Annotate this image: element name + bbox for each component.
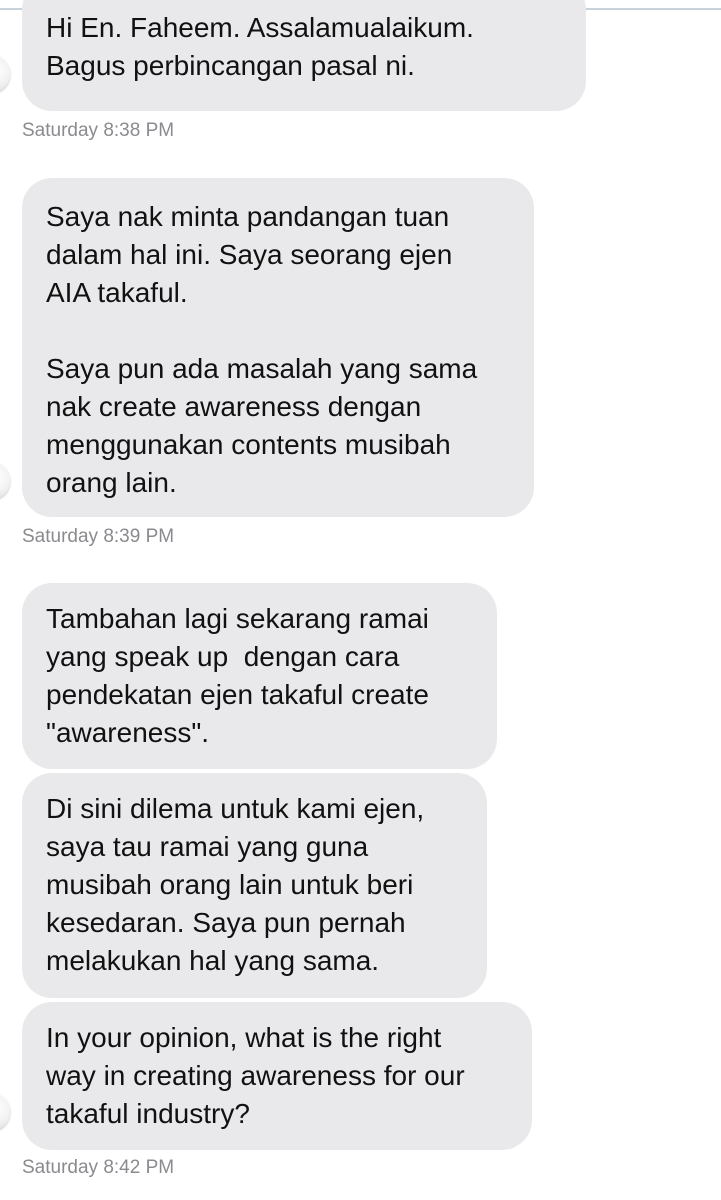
message-bubble[interactable]: Saya nak minta pandangan tuan dalam hal … <box>22 178 534 517</box>
message-timestamp: Saturday 8:39 PM <box>22 526 175 547</box>
message-bubble[interactable]: In your opinion, what is the right way i… <box>22 1002 532 1150</box>
sender-avatar-icon[interactable] <box>0 462 10 500</box>
sender-avatar-icon[interactable] <box>0 55 10 93</box>
sender-avatar-icon[interactable] <box>0 1093 10 1131</box>
message-bubble[interactable]: Di sini dilema untuk kami ejen, saya tau… <box>22 773 487 998</box>
message-timestamp: Saturday 8:42 PM <box>22 1157 175 1178</box>
message-bubble[interactable]: Tambahan lagi sekarang ramai yang speak … <box>22 583 497 769</box>
message-timestamp: Saturday 8:38 PM <box>22 120 175 141</box>
message-bubble[interactable]: Hi En. Faheem. Assalamualaikum. Bagus pe… <box>22 0 586 111</box>
